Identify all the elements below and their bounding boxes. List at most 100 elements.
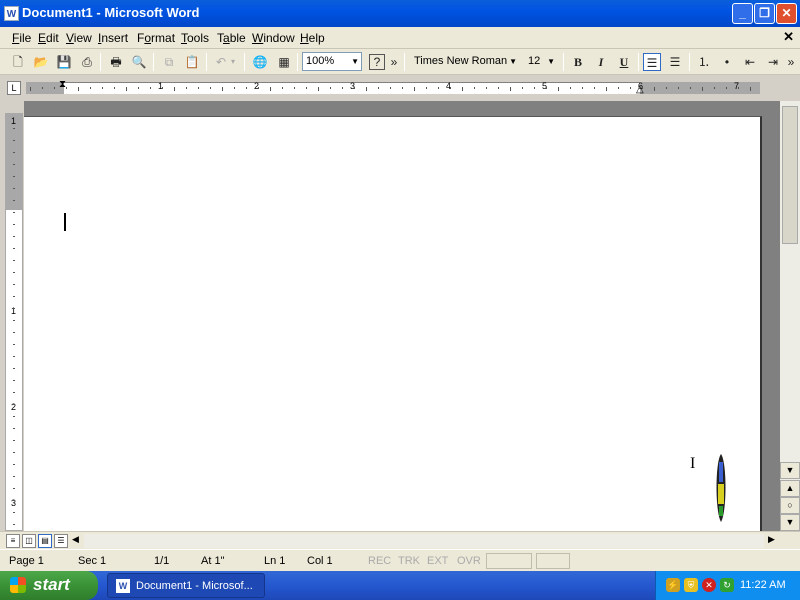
- web-globe-icon[interactable]: 🌐: [251, 53, 269, 71]
- ruler-tick: [78, 87, 79, 91]
- ruler-tick: [13, 164, 15, 165]
- start-button[interactable]: start: [0, 571, 98, 600]
- title-bar[interactable]: W Document1 - Microsoft Word _ ❐ ✕: [0, 0, 800, 27]
- print-layout-view-icon[interactable]: ▤: [38, 534, 52, 548]
- taskbar: start W Document1 - Microsof... ⚡ ⛨ ✕ ↻ …: [0, 571, 800, 600]
- ruler-number: 1: [158, 81, 164, 91]
- align-center-icon[interactable]: ☰: [666, 53, 684, 71]
- ruler-tick: [582, 87, 583, 89]
- vertical-scroll-thumb[interactable]: [782, 106, 798, 244]
- save-icon[interactable]: 💾: [55, 53, 73, 71]
- bullets-icon[interactable]: •: [718, 53, 736, 71]
- chevron-down-icon[interactable]: ▼: [547, 53, 555, 70]
- menu-file[interactable]: File: [12, 31, 31, 45]
- status-ext[interactable]: EXT: [427, 555, 448, 567]
- taskbar-word-button[interactable]: W Document1 - Microsof...: [107, 573, 265, 598]
- ruler-tick: [210, 87, 211, 89]
- status-trk[interactable]: TRK: [398, 555, 420, 567]
- connection-icon[interactable]: ↻: [720, 578, 734, 592]
- ruler-tick: [570, 87, 571, 89]
- menu-help[interactable]: Help: [300, 31, 325, 45]
- italic-button[interactable]: I: [592, 53, 610, 71]
- ruler-tick: [13, 140, 15, 141]
- font-size-combo[interactable]: 12 ▼: [524, 52, 558, 71]
- outline-view-icon[interactable]: ☰: [54, 534, 68, 548]
- document-page[interactable]: [24, 116, 762, 531]
- scroll-right-arrow-icon[interactable]: ▶: [768, 534, 775, 545]
- menu-insert[interactable]: Insert: [98, 31, 128, 45]
- ruler-tick: [354, 87, 355, 89]
- toolbar-overflow-icon[interactable]: »: [786, 53, 796, 71]
- menu-tools[interactable]: Tools: [181, 31, 209, 45]
- previous-page-icon[interactable]: ▲: [780, 480, 800, 497]
- open-folder-icon[interactable]: 📂: [32, 53, 50, 71]
- status-ovr[interactable]: OVR: [457, 555, 481, 567]
- menu-view[interactable]: View: [66, 31, 92, 45]
- tab-selector[interactable]: L: [7, 81, 21, 95]
- horizontal-scrollbar[interactable]: [84, 534, 764, 548]
- ruler-right-margin: [640, 82, 760, 94]
- copy-icon[interactable]: ⧉: [160, 53, 178, 71]
- restore-button[interactable]: ❐: [754, 3, 775, 24]
- chevron-down-icon[interactable]: ▼: [351, 53, 359, 70]
- menu-table[interactable]: Table: [217, 31, 246, 45]
- bold-button[interactable]: B: [569, 53, 587, 71]
- horizontal-ruler[interactable]: L ⧗ △ 1 2 3 4 5 6 7: [0, 79, 800, 97]
- ruler-tick: [13, 380, 15, 381]
- ruler-tick: [642, 87, 643, 89]
- print-preview-icon[interactable]: 🔍: [130, 53, 148, 71]
- zoom-combo[interactable]: 100% ▼: [302, 52, 362, 71]
- document-close-icon[interactable]: ✕: [783, 29, 794, 45]
- increase-indent-icon[interactable]: ⇥: [764, 53, 782, 71]
- normal-view-icon[interactable]: ≡: [6, 534, 20, 548]
- minimize-button[interactable]: _: [732, 3, 753, 24]
- vertical-ruler[interactable]: 1 1 2 3: [5, 113, 23, 531]
- clock[interactable]: 11:22 AM: [740, 579, 786, 591]
- ruler-tick: [13, 320, 15, 321]
- word-app-icon[interactable]: W: [4, 6, 19, 21]
- ruler-tick: [13, 248, 15, 249]
- ruler-tick: [558, 87, 559, 91]
- insert-table-icon[interactable]: ▦: [275, 53, 293, 71]
- start-label: start: [33, 575, 70, 594]
- undo-dropdown-icon[interactable]: ▾: [228, 53, 238, 71]
- permission-icon[interactable]: ⎙: [78, 53, 96, 71]
- font-name-combo[interactable]: Times New Roman ▼: [410, 52, 520, 71]
- alert-icon[interactable]: ✕: [702, 578, 716, 592]
- status-rec[interactable]: REC: [368, 555, 391, 567]
- network-icon[interactable]: ⚡: [666, 578, 680, 592]
- ruler-tick: [534, 87, 535, 89]
- toolbar-separator: [244, 53, 245, 71]
- new-document-icon[interactable]: 🗋: [9, 53, 27, 71]
- menu-format[interactable]: Format: [137, 31, 175, 45]
- vertical-scrollbar[interactable]: ▼ ▲ ○ ▼: [780, 101, 800, 531]
- underline-button[interactable]: U: [615, 53, 633, 71]
- ruler-tick: [630, 87, 631, 89]
- align-left-icon[interactable]: ☰: [643, 53, 661, 71]
- ruler-tick: [366, 87, 367, 91]
- web-view-icon[interactable]: ◫: [22, 534, 36, 548]
- menu-edit[interactable]: Edit: [38, 31, 59, 45]
- close-button[interactable]: ✕: [776, 3, 797, 24]
- ruler-tick: [750, 87, 751, 91]
- security-shield-icon[interactable]: ⛨: [684, 578, 698, 592]
- print-icon[interactable]: 🖶: [107, 53, 125, 71]
- chevron-down-icon[interactable]: ▼: [509, 53, 517, 70]
- scroll-left-arrow-icon[interactable]: ◀: [72, 534, 79, 545]
- scroll-down-arrow-icon[interactable]: ▼: [780, 462, 800, 479]
- next-page-icon[interactable]: ▼: [780, 514, 800, 531]
- help-icon[interactable]: ?: [369, 54, 385, 70]
- menu-window[interactable]: Window: [252, 31, 295, 45]
- office-assistant-clippy[interactable]: [713, 452, 729, 524]
- toolbar-overflow-icon[interactable]: »: [389, 53, 399, 71]
- decrease-indent-icon[interactable]: ⇤: [741, 53, 759, 71]
- ruler-tick: [306, 87, 307, 89]
- paste-icon[interactable]: 📋: [183, 53, 201, 71]
- indent-marker-icon[interactable]: ⧗: [59, 79, 66, 90]
- numbering-icon[interactable]: ⒈: [695, 53, 713, 71]
- ruler-tick: [702, 87, 703, 91]
- ruler-tick: [13, 452, 15, 453]
- ruler-tick: [13, 476, 15, 477]
- toolbar-separator: [404, 53, 405, 71]
- select-browse-object-icon[interactable]: ○: [780, 497, 800, 514]
